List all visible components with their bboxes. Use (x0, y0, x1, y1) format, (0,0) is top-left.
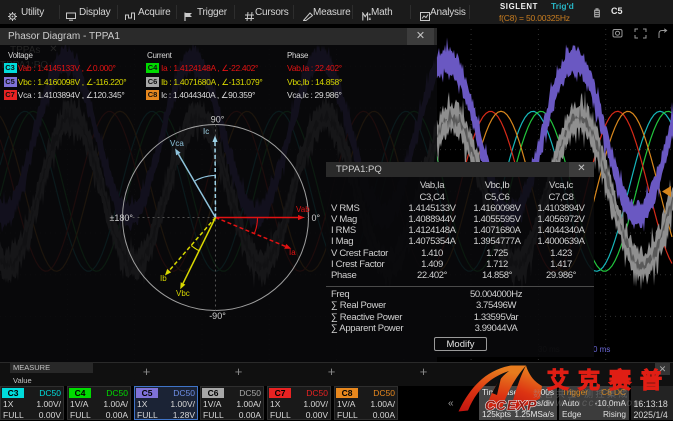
svg-text:90°: 90° (211, 115, 225, 125)
svg-text:Ic: Ic (203, 127, 209, 136)
svg-text:Vab: Vab (296, 205, 310, 214)
svg-text:Ia: Ia (289, 248, 296, 257)
svg-text:CCEXP: CCEXP (485, 397, 537, 413)
svg-text:艾克赛普: 艾克赛普 (547, 368, 671, 393)
svg-text:Vca: Vca (170, 139, 184, 148)
svg-text:Vbc: Vbc (176, 289, 190, 298)
svg-text:-90°: -90° (209, 311, 226, 321)
svg-text:Ib: Ib (160, 274, 167, 283)
svg-text:0°: 0° (312, 213, 321, 223)
svg-text:www.hnccexp.com: www.hnccexp.com (538, 398, 643, 409)
svg-text:±180°: ±180° (109, 213, 133, 223)
